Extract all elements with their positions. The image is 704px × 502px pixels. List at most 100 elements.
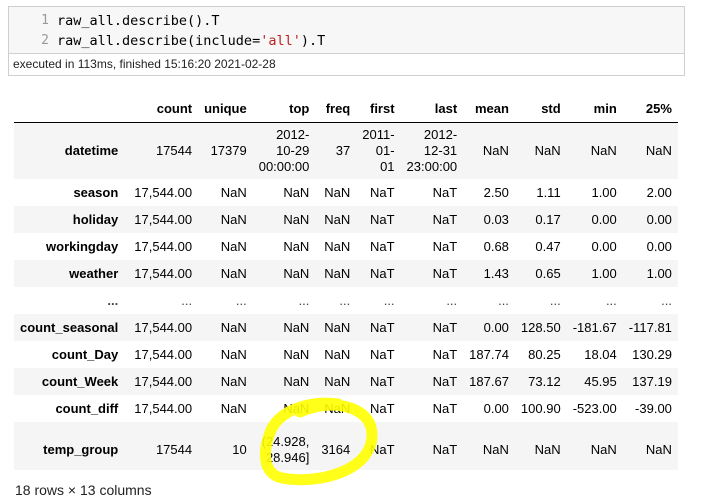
table-cell: NaT [369, 238, 395, 254]
table-cell: 3164 [321, 442, 351, 457]
table-cell: NaT [369, 184, 395, 200]
code-editor[interactable]: 1 raw_all.describe().T 2 raw_all.describe(i… [9, 11, 684, 51]
table-row: count_Day 17,544.00 NaN NaN NaN NaT NaT 187.74 8… [14, 341, 678, 368]
table-cell: NaT [369, 211, 395, 227]
table-cell: NaN [283, 373, 310, 389]
table-cell: NaN [220, 238, 247, 254]
column-header: std [514, 94, 567, 123]
table-cell: NaT [369, 319, 395, 335]
table-cell: NaT [432, 319, 458, 335]
table-cell: NaN [283, 346, 310, 362]
table-cell: ... [383, 292, 395, 308]
cell-text-line: 10-29 [276, 142, 310, 158]
column-header: count [128, 94, 199, 123]
table-cell: NaN [220, 373, 247, 389]
table-cell: 17,544.00 [134, 373, 193, 389]
row-label: count_Day [51, 346, 119, 362]
cell-text-line: 2011- [362, 126, 395, 142]
table-cell: 1.11 [536, 184, 561, 200]
column-header: mean [463, 94, 515, 123]
table-cell: NaT [432, 346, 458, 362]
table-cell: 0.17 [535, 211, 561, 227]
table-cell: NaN [324, 238, 351, 254]
row-label: season [73, 184, 119, 200]
line-number: 1 [41, 13, 49, 28]
table-cell: 128.50 [520, 319, 561, 335]
cell-text-line: 12-31 [423, 142, 458, 158]
table-cell: NaN [283, 400, 310, 416]
row-label: workingday [46, 238, 119, 254]
table-cell: NaN [482, 143, 509, 159]
table-cell: ... [339, 292, 351, 308]
table-cell: 17,544.00 [134, 346, 193, 362]
table-cell: 17544 [155, 442, 193, 457]
table-cell: NaN [324, 211, 351, 227]
table-cell: 17,544.00 [134, 211, 193, 227]
cell-text-line: 00:00:00 [258, 158, 310, 174]
cell-text-line: 01- [375, 142, 395, 158]
table-cell: ... [549, 292, 561, 308]
table-cell: ... [446, 292, 458, 308]
table-cell: NaN [645, 442, 672, 457]
table-cell: 17,544.00 [134, 319, 193, 335]
table-cell: 130.29 [632, 346, 672, 362]
table-cell: 0.00 [591, 238, 617, 254]
code-string-literal: 'all' [260, 33, 301, 49]
table-cell: ... [181, 292, 193, 308]
table-cell: 0.03 [483, 211, 509, 227]
output-table-container[interactable]: count unique top freq first last mean std min 25%… [14, 94, 687, 470]
column-header: first [356, 94, 401, 123]
table-cell: NaN [283, 184, 310, 200]
table-cell: 2012- 10-29 00:00:00 [253, 123, 316, 179]
table-cell: NaN [482, 442, 509, 457]
row-label: count_diff [55, 400, 119, 416]
code-token: ).T [300, 33, 326, 49]
table-cell: 2.00 [646, 184, 672, 200]
table-cell: -181.67 [572, 319, 617, 335]
table-cell: 0.65 [535, 265, 561, 281]
table-cell: NaN [324, 184, 351, 200]
cell-text-line: 01 [380, 158, 395, 174]
code-text: raw_all.describe().T [57, 11, 220, 31]
table-cell: 17544 [155, 143, 193, 159]
table-row: temp_group 17544 10 (24.928, 28.946] 3164 NaT N… [14, 421, 678, 470]
table-cell: 18.04 [584, 346, 617, 362]
column-header: unique [198, 94, 253, 123]
table-cell: 0.68 [483, 238, 509, 254]
column-header: min [566, 94, 623, 123]
code-line[interactable]: 1 raw_all.describe().T [9, 11, 684, 31]
row-label: holiday [72, 211, 119, 227]
table-cell: 0.00 [483, 400, 509, 416]
code-cell[interactable]: 1 raw_all.describe().T 2 raw_all.describe(i… [8, 6, 685, 54]
cell-text-line: (24.928, [261, 433, 310, 449]
table-cell: NaN [324, 319, 351, 335]
code-line[interactable]: 2 raw_all.describe(include='all').T [9, 31, 684, 51]
cell-text-line: 2012- [276, 126, 310, 142]
table-cell: 1.00 [591, 184, 617, 200]
table-cell: NaT [369, 265, 395, 281]
row-label: datetime [64, 143, 119, 159]
table-cell: NaN [324, 373, 351, 389]
table-cell: NaN [283, 238, 310, 254]
table-cell: NaT [432, 211, 458, 227]
table-cell: NaT [369, 400, 395, 416]
table-cell: NaN [220, 319, 247, 335]
table-cell: 0.00 [646, 238, 672, 254]
table-cell: 1.43 [483, 265, 509, 281]
table-cell: 0.00 [646, 211, 672, 227]
line-number: 2 [41, 33, 49, 48]
table-body: datetime 17544 17379 2012- 10-29 00:00:00 37 20… [14, 122, 678, 470]
code-text: raw_all.describe(include='all').T [57, 31, 325, 51]
table-cell: NaT [369, 346, 395, 362]
table-cell: 2.50 [483, 184, 509, 200]
table-cell: NaN [220, 184, 247, 200]
table-cell: NaN [534, 143, 561, 159]
table-row: datetime 17544 17379 2012- 10-29 00:00:00 37 20… [14, 122, 678, 179]
table-cell: NaN [220, 346, 247, 362]
table-cell: 0.00 [483, 319, 509, 335]
table-cell: 2011- 01- 01 [356, 123, 400, 179]
row-label: count_seasonal [20, 319, 119, 335]
table-cell: NaN [283, 211, 310, 227]
table-cell: ... [298, 292, 310, 308]
table-cell: 187.67 [469, 373, 509, 389]
